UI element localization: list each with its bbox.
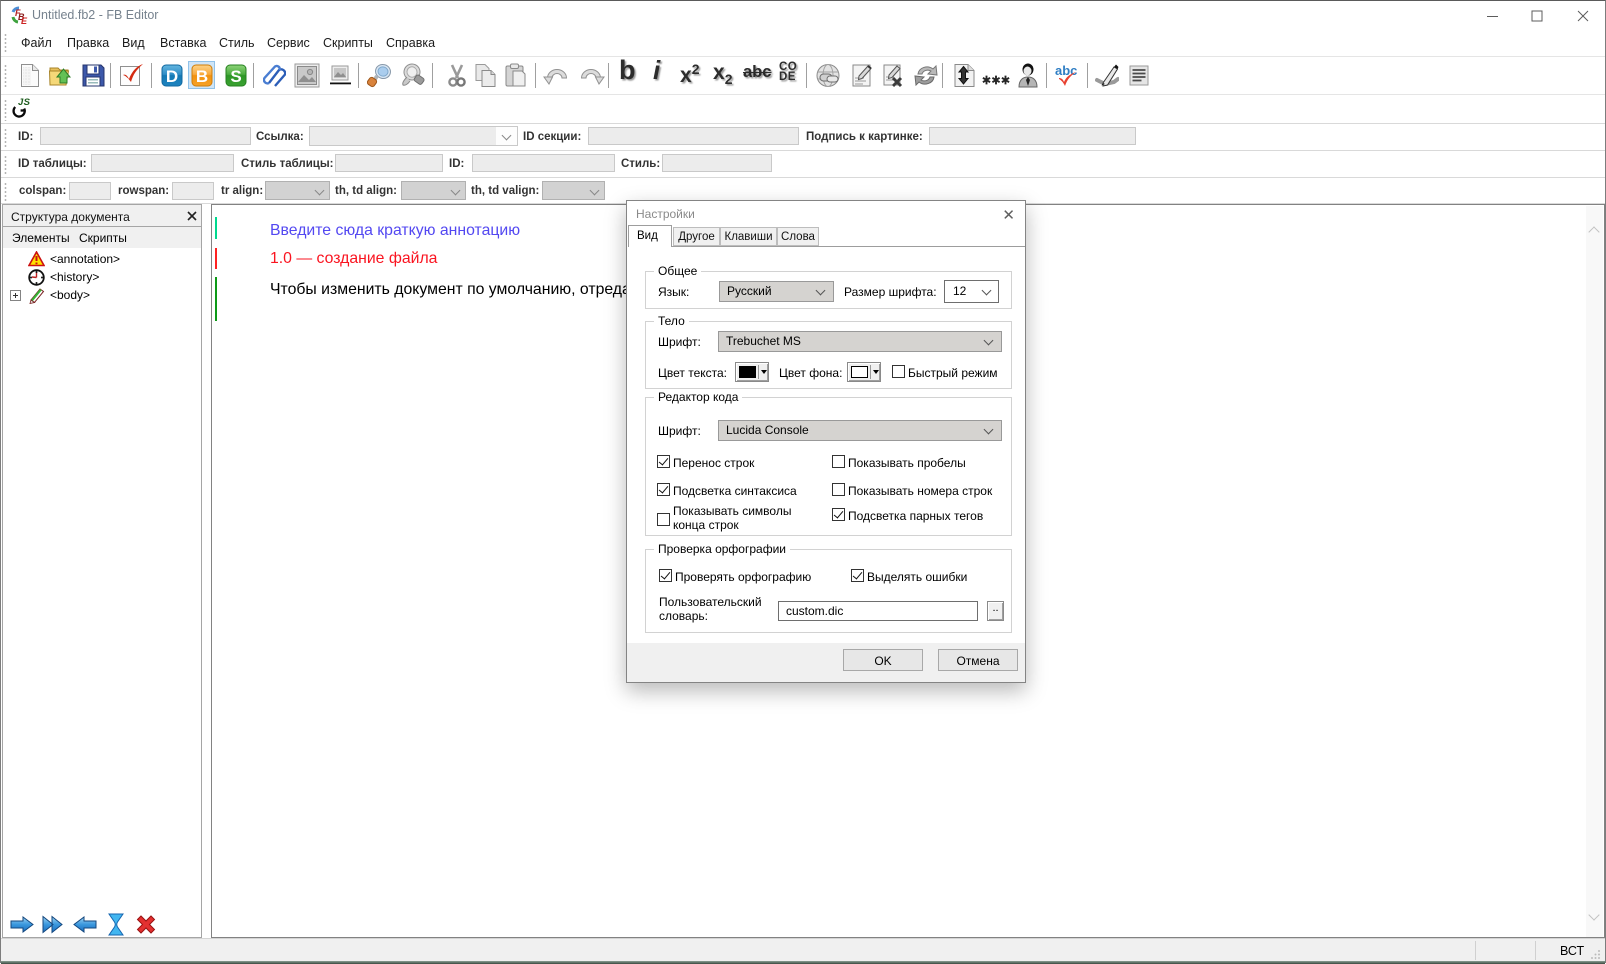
svg-text:B: B <box>196 67 208 86</box>
svg-text:S: S <box>230 67 241 86</box>
svg-text:E: E <box>21 16 28 25</box>
svg-text:D: D <box>166 67 178 86</box>
svg-text:abc: abc <box>1055 63 1077 78</box>
